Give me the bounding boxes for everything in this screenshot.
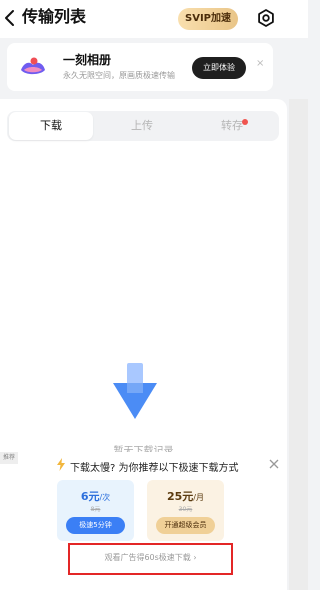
promo-title: 一刻相册	[63, 53, 112, 67]
offer-card-monthly[interactable]: 25元/月 30元 开通超级会员	[147, 480, 224, 541]
offer-price: 6元/次	[80, 490, 111, 503]
offer-price: 25元/月	[166, 490, 204, 503]
gear-icon[interactable]	[257, 9, 275, 27]
promo-banner: 一刻相册 永久无限空间，原画质极速传输 立即体验 ×	[7, 43, 273, 91]
notification-dot	[242, 119, 248, 125]
watch-ad-link[interactable]: 观看广告得60s极速下载 ›	[70, 552, 231, 563]
svip-accelerate-button[interactable]: SVIP加速	[178, 8, 238, 30]
download-arrow-icon	[113, 363, 157, 419]
page-title: 传输列表	[22, 7, 87, 26]
try-now-button[interactable]: 立即体验	[192, 57, 246, 79]
side-gutter	[289, 99, 308, 590]
back-arrow-icon[interactable]	[3, 9, 17, 27]
tab-download[interactable]: 下载	[9, 112, 93, 140]
close-icon[interactable]: ×	[256, 58, 264, 69]
tab-upload[interactable]: 上传	[97, 111, 187, 141]
top-bar: 传输列表 SVIP加速	[0, 0, 308, 38]
speed-5min-button[interactable]: 极速5分钟	[66, 517, 125, 534]
transfer-tabs: 下载 上传 转存	[7, 111, 279, 141]
open-super-vip-button[interactable]: 开通超级会员	[156, 517, 215, 534]
recommend-tag: 推荐	[0, 452, 18, 464]
promo-subtitle: 永久无限空间，原画质极速传输	[63, 71, 175, 80]
offer-original-price: 8元	[90, 506, 101, 513]
lightning-icon	[57, 458, 65, 471]
album-app-logo-icon	[21, 57, 45, 75]
close-icon[interactable]	[269, 459, 279, 469]
offer-card-single[interactable]: 6元/次 8元 极速5分钟	[57, 480, 134, 541]
slow-download-message: 下载太慢? 为你推荐以下极速下载方式	[70, 463, 239, 474]
offer-original-price: 30元	[178, 506, 193, 513]
tab-save-transfer[interactable]: 转存	[189, 111, 275, 141]
watch-ad-highlight[interactable]: 观看广告得60s极速下载 ›	[68, 543, 233, 575]
